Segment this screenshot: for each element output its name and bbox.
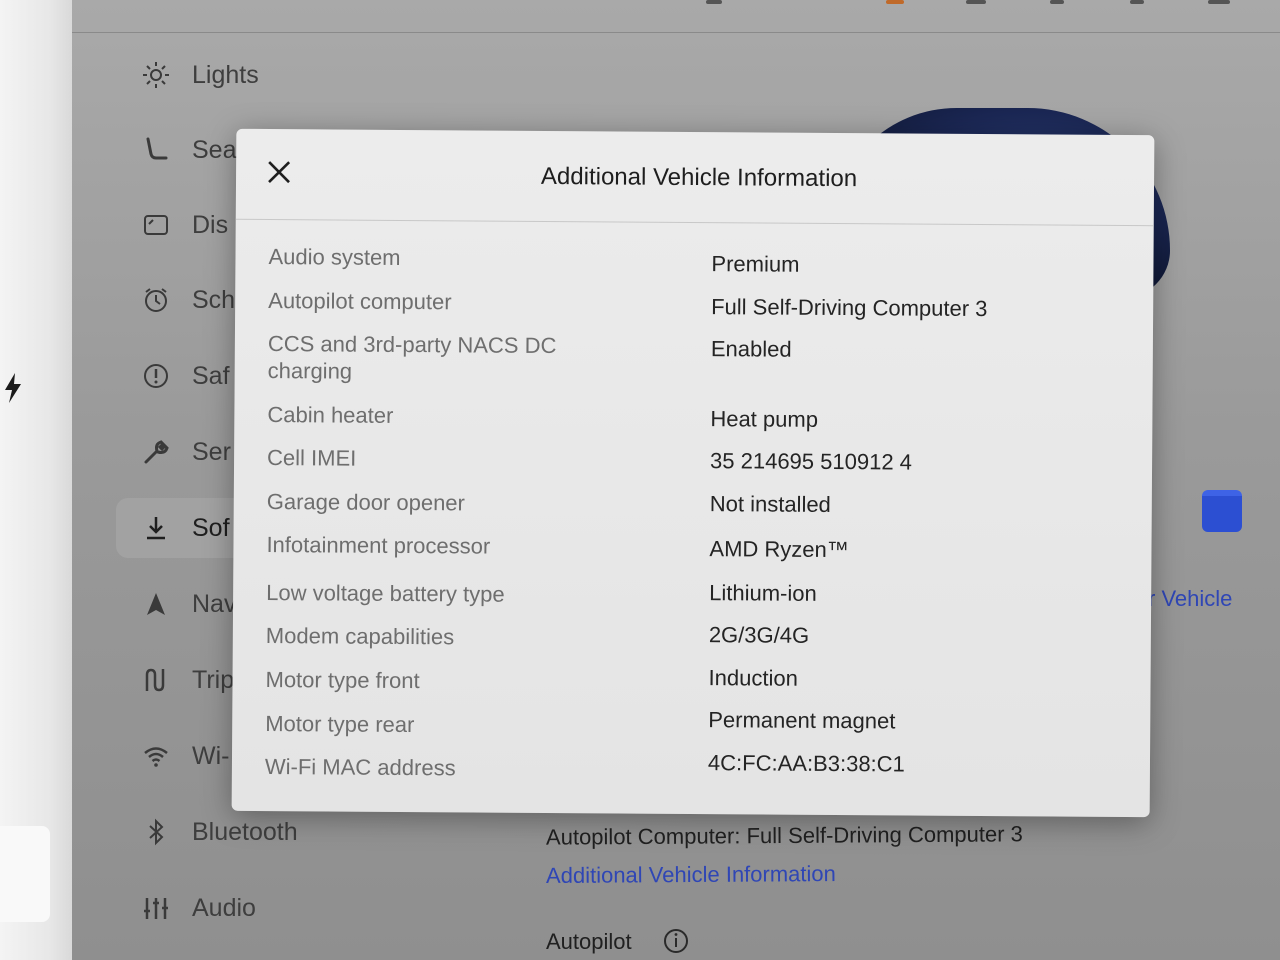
screen-bezel	[0, 0, 72, 960]
sidebar-item-label: Ser	[192, 437, 231, 466]
safety-icon	[138, 358, 174, 394]
navigation-icon	[138, 586, 174, 622]
wifi-icon	[138, 738, 174, 774]
audio-icon	[138, 890, 174, 926]
row-label-cell-imei: Cell IMEI	[267, 445, 357, 471]
row-value-autopilot-computer: Full Self-Driving Computer 3	[711, 294, 988, 322]
row-value-lv-battery-type: Lithium-ion	[709, 580, 817, 606]
sidebar-item-label: Saf	[192, 361, 230, 390]
row-label-dc-charging: CCS and 3rd-party NACS DC charging	[267, 331, 557, 384]
sidebar-item-audio[interactable]: Audio	[116, 878, 316, 938]
row-label-autopilot-computer: Autopilot computer	[268, 288, 452, 315]
vehicle-color-swatch[interactable]	[1202, 490, 1242, 532]
row-label-motor-type-front: Motor type front	[265, 667, 420, 694]
bezel-tab	[0, 826, 50, 922]
status-bar-icons	[700, 0, 1240, 8]
lights-icon	[138, 57, 174, 93]
row-value-audio-system: Premium	[711, 251, 800, 277]
row-label-modem-capabilities: Modem capabilities	[265, 623, 455, 650]
row-label-wifi-mac: Wi-Fi MAC address	[264, 754, 456, 781]
seat-icon	[138, 132, 174, 168]
row-value-dc-charging: Enabled	[710, 336, 792, 362]
sidebar-item-lights[interactable]: Lights	[116, 45, 316, 105]
row-label-cabin-heater: Cabin heater	[267, 402, 394, 428]
row-value-cabin-heater: Heat pump	[710, 406, 819, 432]
download-icon	[138, 510, 174, 546]
sidebar-item-label: Sof	[192, 513, 230, 542]
sidebar-item-label: Nav	[192, 589, 237, 618]
row-label-audio-system: Audio system	[268, 244, 401, 270]
vehicle-link-partial[interactable]: r Vehicle	[1148, 586, 1232, 612]
row-value-modem-capabilities: 2G/3G/4G	[708, 622, 810, 648]
additional-info-modal: Additional Vehicle Information Audio sys…	[231, 128, 1155, 818]
sidebar-item-label: Bluetooth	[192, 817, 298, 846]
sidebar-item-label: Wi-	[192, 741, 230, 770]
sidebar-item-label: Sea	[192, 135, 237, 164]
row-label-infotainment-processor: Infotainment processor	[266, 532, 491, 559]
sidebar-item-label: Trip	[192, 665, 235, 694]
bluetooth-icon	[138, 814, 174, 850]
sidebar-item-label: Dis	[192, 210, 229, 239]
sidebar-item-label: Lights	[192, 60, 259, 89]
row-value-wifi-mac: 4C:FC:AA:B3:38:C1	[707, 750, 905, 777]
wrench-icon	[138, 434, 174, 470]
row-value-garage-door-opener: Not installed	[709, 491, 831, 517]
status-bar-divider	[72, 32, 1280, 33]
row-label-motor-type-rear: Motor type rear	[265, 711, 415, 738]
sidebar-item-label: Sch	[192, 285, 236, 314]
row-label-lv-battery-type: Low voltage battery type	[266, 580, 505, 607]
row-value-infotainment-processor: AMD Ryzen™	[709, 536, 849, 563]
autopilot-heading: Autopilot	[546, 929, 632, 954]
display-icon	[138, 207, 174, 243]
row-value-cell-imei: 35 214695 510912 4	[709, 448, 913, 475]
info-icon[interactable]	[662, 927, 690, 955]
charging-bolt-icon	[5, 373, 21, 403]
row-label-garage-door-opener: Garage door opener	[266, 489, 466, 516]
autopilot-computer-line: Autopilot Computer: Full Self-Driving Co…	[545, 821, 1023, 850]
trips-icon	[138, 662, 174, 698]
schedule-icon	[138, 282, 174, 318]
row-value-motor-type-front: Induction	[708, 665, 798, 691]
row-value-motor-type-rear: Permanent magnet	[708, 707, 896, 734]
sidebar-item-label: Audio	[192, 893, 256, 922]
info-table: Audio system Premium Autopilot computer …	[232, 129, 1155, 817]
additional-info-link[interactable]: Additional Vehicle Information	[546, 861, 836, 889]
